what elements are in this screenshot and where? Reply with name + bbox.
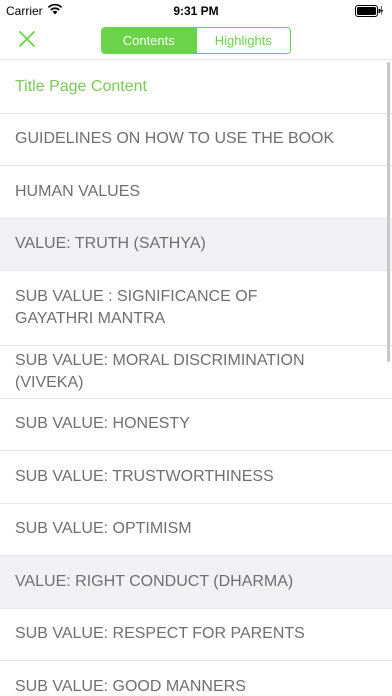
close-x-icon	[18, 30, 36, 53]
tab-highlights[interactable]: Highlights	[195, 28, 290, 53]
toc-item[interactable]: SUB VALUE: GOOD MANNERS	[0, 661, 392, 696]
contents-highlights-segmented-control: Contents Highlights	[101, 27, 291, 54]
toc-item[interactable]: VALUE: TRUTH (SATHYA)	[0, 218, 392, 271]
toc-item-label: SUB VALUE: HONESTY	[15, 415, 190, 433]
toc-item[interactable]: HUMAN VALUES	[0, 166, 392, 219]
toc-item-label: VALUE: RIGHT CONDUCT (DHARMA)	[15, 572, 294, 590]
clock: 9:31 PM	[173, 4, 219, 18]
toc-item[interactable]: SUB VALUE : SIGNIFICANCE OF GAYATHRI MAN…	[0, 271, 392, 346]
toc-item-label: VALUE: TRUTH (SATHYA)	[15, 235, 206, 253]
toc-item-label: Title Page Content	[15, 77, 147, 95]
navigation-bar: Contents Highlights	[0, 22, 392, 60]
table-of-contents-list: Title Page Content GUIDELINES ON HOW TO …	[0, 61, 392, 696]
tab-contents[interactable]: Contents	[102, 28, 196, 53]
toc-item[interactable]: SUB VALUE: TRUSTWORTHINESS	[0, 451, 392, 504]
toc-item-label: SUB VALUE: GOOD MANNERS	[15, 677, 246, 695]
toc-item[interactable]: GUIDELINES ON HOW TO USE THE BOOK	[0, 114, 392, 166]
toc-item[interactable]: SUB VALUE: OPTIMISM	[0, 504, 392, 556]
toc-item[interactable]: SUB VALUE: HONESTY	[0, 399, 392, 451]
charging-icon	[380, 6, 383, 16]
status-bar: Carrier 9:31 PM	[0, 0, 392, 22]
toc-item[interactable]: SUB VALUE: RESPECT FOR PARENTS	[0, 609, 392, 661]
vertical-scrollbar[interactable]	[387, 62, 390, 362]
toc-item-label: HUMAN VALUES	[15, 182, 141, 200]
toc-item[interactable]: Title Page Content	[0, 61, 392, 114]
toc-item-label: SUB VALUE: TRUSTWORTHINESS	[15, 467, 274, 485]
toc-item[interactable]: SUB VALUE: MORAL DISCRIMINATION (VIVEKA)	[0, 346, 392, 399]
toc-item[interactable]: VALUE: RIGHT CONDUCT (DHARMA)	[0, 556, 392, 609]
toc-item-label: GUIDELINES ON HOW TO USE THE BOOK	[15, 130, 335, 148]
toc-item-label: SUB VALUE : SIGNIFICANCE OF GAYATHRI MAN…	[15, 288, 258, 327]
toc-item-label: SUB VALUE: RESPECT FOR PARENTS	[15, 625, 305, 643]
toc-item-label: SUB VALUE: MORAL DISCRIMINATION (VIVEKA)	[15, 351, 305, 391]
battery-icon	[355, 5, 383, 17]
close-button[interactable]	[12, 28, 42, 54]
toc-item-label: SUB VALUE: OPTIMISM	[15, 520, 192, 538]
